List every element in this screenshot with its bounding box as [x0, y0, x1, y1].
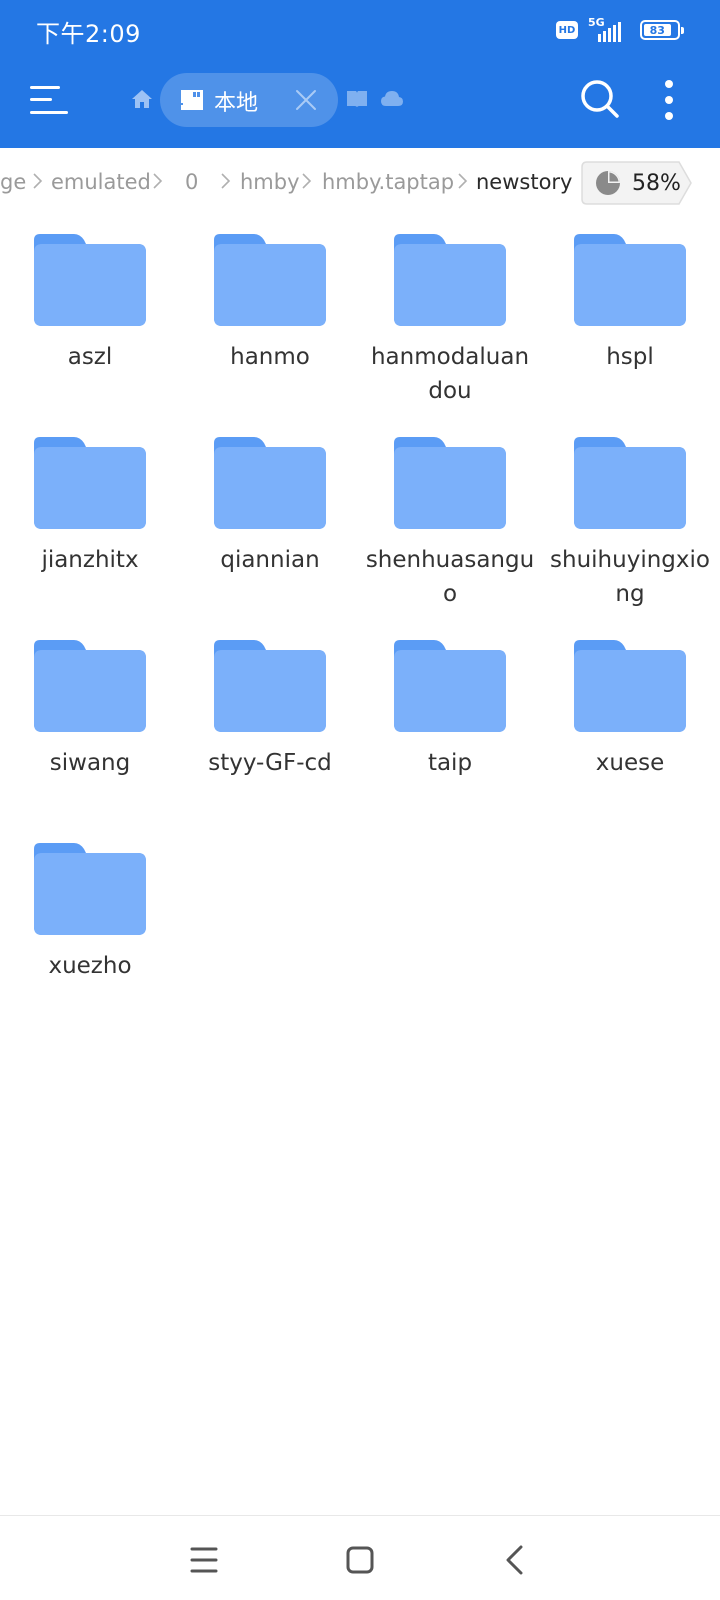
chevron-right-icon [221, 173, 231, 189]
chevron-right-icon [33, 173, 43, 189]
folder-name: styy-GF-cd [208, 750, 332, 776]
home-square-icon[interactable] [340, 1540, 380, 1580]
folder-item[interactable]: jianzhitx [0, 435, 180, 577]
folder-icon [394, 437, 506, 529]
home-icon[interactable] [130, 87, 154, 111]
folder-item[interactable]: hspl [540, 232, 720, 374]
status-icons: HD 5G 83 [556, 16, 684, 44]
close-icon[interactable] [294, 88, 318, 112]
chevron-right-icon [153, 173, 163, 189]
folder-icon [394, 640, 506, 732]
folder-name: aszl [67, 344, 113, 370]
folder-name: siwang [49, 750, 131, 776]
folder-name: hanmo [230, 344, 310, 370]
breadcrumb-item[interactable]: 0 [185, 170, 198, 194]
folder-item[interactable]: shenhuasanguo [360, 435, 540, 611]
folder-item[interactable]: siwang [0, 638, 180, 780]
folder-name: hspl [606, 344, 654, 370]
breadcrumb-item[interactable]: hmby.taptap [322, 170, 454, 194]
folder-name: xuezho [48, 953, 132, 979]
folder-item[interactable]: xuezho [0, 841, 180, 983]
cloud-icon[interactable] [380, 89, 404, 107]
breadcrumb-item[interactable]: hmby [240, 170, 300, 194]
folder-item[interactable]: styy-GF-cd [180, 638, 360, 780]
folder-name: jianzhitx [41, 547, 139, 573]
hd-badge: HD [556, 21, 578, 39]
storage-usage-badge[interactable]: 58% [581, 161, 693, 205]
folder-item[interactable]: qiannian [180, 435, 360, 577]
folder-icon [214, 234, 326, 326]
sd-card-icon [181, 90, 203, 110]
more-vertical-icon[interactable] [664, 80, 674, 120]
status-time: 下午2:09 [36, 20, 141, 48]
chevron-right-icon [302, 173, 312, 189]
battery-level: 83 [649, 23, 665, 37]
tab-label: 本地 [214, 91, 259, 116]
folder-icon [34, 234, 146, 326]
folder-icon [34, 437, 146, 529]
breadcrumb-item[interactable]: ge [0, 170, 26, 194]
folder-icon [574, 437, 686, 529]
chevron-right-icon [458, 173, 468, 189]
folder-icon [574, 640, 686, 732]
folder-icon [394, 234, 506, 326]
folder-icon [214, 437, 326, 529]
breadcrumb-item[interactable]: emulated [51, 170, 151, 194]
recents-icon[interactable] [184, 1540, 224, 1580]
book-icon[interactable] [346, 90, 368, 108]
folder-item[interactable]: hanmodaluandou [360, 232, 540, 408]
menu-icon[interactable] [30, 84, 68, 116]
tab-local[interactable]: 本地 [160, 73, 338, 127]
breadcrumb-current[interactable]: newstory [476, 170, 573, 194]
app-bar: 下午2:09 HD 5G 83 本地 [0, 0, 720, 148]
folder-name: shuihuyingxiong [550, 547, 710, 607]
battery-icon: 83 [640, 20, 684, 40]
folder-icon [34, 843, 146, 935]
back-icon[interactable] [496, 1540, 536, 1580]
folder-item[interactable]: hanmo [180, 232, 360, 374]
folder-name: taip [427, 750, 473, 776]
folder-icon [34, 640, 146, 732]
folder-item[interactable]: taip [360, 638, 540, 780]
folder-item[interactable]: shuihuyingxiong [540, 435, 720, 611]
search-icon[interactable] [580, 79, 620, 119]
folder-item[interactable]: xuese [540, 638, 720, 780]
folder-name: qiannian [220, 547, 320, 573]
folder-name: hanmodaluandou [370, 344, 530, 404]
folder-name: xuese [595, 750, 665, 776]
folder-icon [214, 640, 326, 732]
folder-icon [574, 234, 686, 326]
folder-item[interactable]: aszl [0, 232, 180, 374]
system-nav-bar [0, 1515, 720, 1600]
storage-usage-percent: 58% [632, 171, 681, 196]
signal-icon: 5G [586, 16, 632, 44]
folder-name: shenhuasanguo [365, 547, 535, 607]
pie-chart-icon [596, 171, 620, 195]
